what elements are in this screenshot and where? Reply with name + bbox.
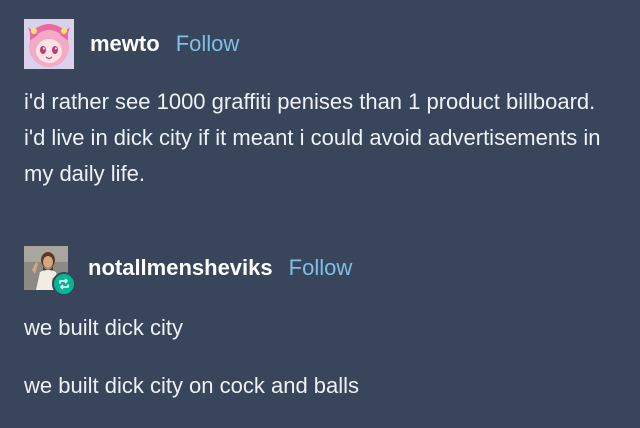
paragraph: we built dick city on cock and balls: [24, 373, 360, 398]
avatar-notallmensheviks[interactable]: [24, 246, 76, 296]
post-notallmensheviks: notallmensheviks Follow we built dick ci…: [24, 240, 620, 404]
paragraph: we built dick city: [24, 315, 183, 340]
follow-button-notallmensheviks[interactable]: Follow: [289, 255, 353, 281]
post-header: mewto Follow: [24, 16, 620, 72]
avatar-mewto[interactable]: [24, 19, 74, 69]
anime-character-avatar-icon: [24, 19, 74, 69]
reblog-badge: [52, 272, 76, 296]
follow-button-mewto[interactable]: Follow: [176, 31, 240, 57]
username-mewto[interactable]: mewto: [90, 31, 160, 57]
reblog-icon: [59, 278, 69, 290]
post-body-mewto: i'd rather see 1000 graffiti penises tha…: [24, 89, 601, 186]
post-header: notallmensheviks Follow: [24, 240, 620, 296]
post-body-notallmensheviks: we built dick city we built dick city on…: [24, 310, 620, 404]
username-notallmensheviks[interactable]: notallmensheviks: [88, 255, 273, 281]
post-mewto: mewto Follow i'd rather see 1000 graffit…: [24, 16, 620, 192]
